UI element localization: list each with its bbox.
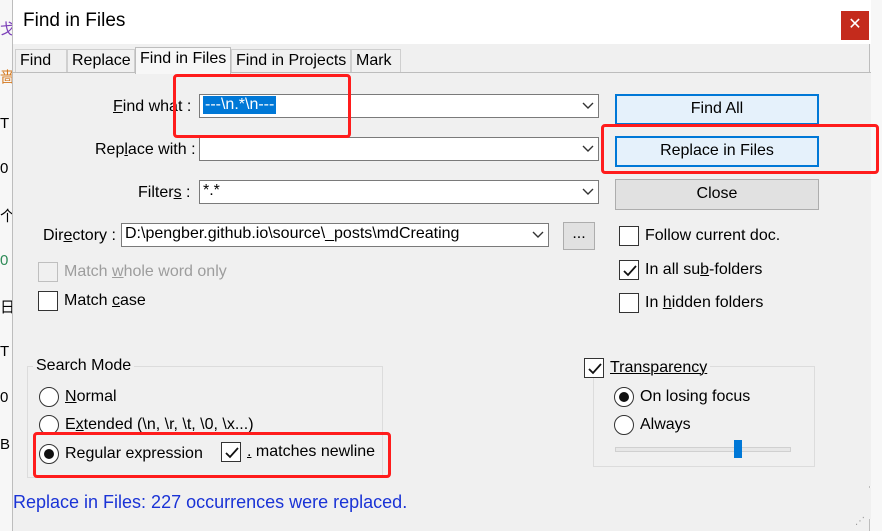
follow-current-doc-checkbox[interactable]: Follow current doc.	[619, 226, 780, 246]
bg-glyph: T	[0, 115, 10, 132]
bg-glyph: 0	[0, 389, 9, 406]
tab-find[interactable]: Find	[15, 49, 67, 73]
highlight-regex-options	[33, 432, 391, 478]
bg-glyph: B	[0, 436, 11, 453]
transparency-label: Transparency	[610, 359, 708, 376]
background-editor-strip: 戈 啬 T 0 个 0 日 T 0 B	[0, 0, 12, 531]
chevron-down-icon[interactable]	[582, 143, 594, 155]
checkbox-box[interactable]	[619, 226, 639, 246]
match-whole-word-label: Match whole word only	[64, 263, 227, 280]
tab-mark[interactable]: Mark	[351, 49, 401, 73]
always-radio[interactable]: Always	[614, 415, 691, 435]
find-in-files-dialog: Find in Files ✕ Find Replace Find in Fil…	[12, 0, 879, 531]
transparency-slider-thumb[interactable]	[734, 440, 743, 458]
directory-combo[interactable]: D:\pengber.github.io\source\_posts\mdCre…	[121, 223, 549, 247]
bg-glyph: 啬	[0, 69, 12, 86]
radio-circle[interactable]	[614, 415, 634, 435]
filters-value[interactable]: *.*	[203, 182, 220, 200]
status-message: Replace in Files: 227 occurrences were r…	[13, 492, 408, 512]
filters-combo[interactable]: *.*	[199, 180, 599, 204]
status-bar: Replace in Files: 227 occurrences were r…	[13, 488, 871, 519]
in-hidden-folders-checkbox[interactable]: In hidden folders	[619, 293, 763, 313]
bg-glyph: 0	[0, 252, 9, 269]
tab-find-in-projects[interactable]: Find in Projects	[231, 49, 351, 73]
close-icon: ✕	[848, 16, 862, 33]
checkbox-box[interactable]	[584, 358, 604, 378]
chevron-down-icon[interactable]	[582, 186, 594, 198]
directory-value[interactable]: D:\pengber.github.io\source\_posts\mdCre…	[125, 225, 459, 243]
tab-replace[interactable]: Replace	[67, 49, 135, 73]
normal-label: Normal	[65, 388, 117, 405]
checkbox-box[interactable]	[619, 293, 639, 313]
checkbox-box[interactable]	[38, 262, 58, 282]
checkmark-icon	[623, 265, 637, 277]
follow-current-doc-label: Follow current doc.	[645, 227, 781, 244]
resize-grip-icon[interactable]: ⋰	[855, 516, 865, 527]
bg-glyph: T	[0, 343, 10, 360]
checkbox-box[interactable]	[38, 291, 58, 311]
in-all-subfolders-label: In all sub-folders	[645, 261, 763, 278]
bg-glyph: 日	[0, 299, 12, 316]
on-losing-focus-radio[interactable]: On losing focus	[614, 387, 750, 407]
title-bar[interactable]: Find in Files ✕	[13, 0, 871, 44]
chevron-down-icon[interactable]	[582, 100, 594, 112]
match-case-label: Match case	[64, 292, 146, 309]
highlight-find-what	[173, 74, 351, 138]
close-button[interactable]: Close	[615, 179, 819, 210]
normal-radio[interactable]: Normal	[39, 387, 117, 407]
search-mode-title: Search Mode	[33, 357, 135, 375]
replace-with-label: Replace with :	[95, 141, 196, 158]
bg-glyph: 0	[0, 160, 9, 177]
chevron-down-icon[interactable]	[532, 229, 544, 241]
directory-label: Directory :	[43, 227, 116, 244]
transparency-checkbox[interactable]: Transparency	[584, 358, 711, 378]
find-all-button[interactable]: Find All	[615, 94, 819, 125]
match-whole-word-checkbox[interactable]: Match whole word only	[38, 262, 227, 282]
tab-find-in-files[interactable]: Find in Files	[135, 47, 231, 74]
window-title: Find in Files	[23, 10, 126, 31]
match-case-checkbox[interactable]: Match case	[38, 291, 146, 311]
in-hidden-folders-label: In hidden folders	[645, 294, 764, 311]
replace-with-combo[interactable]	[199, 137, 599, 161]
bg-glyph: 戈	[0, 21, 12, 38]
bg-glyph: 个	[0, 208, 12, 225]
radio-circle[interactable]	[614, 387, 634, 407]
close-window-button[interactable]: ✕	[841, 11, 869, 40]
highlight-replace-in-files	[601, 124, 879, 174]
in-all-subfolders-checkbox[interactable]: In all sub-folders	[619, 260, 762, 280]
background-editor-right	[870, 0, 882, 531]
radio-circle[interactable]	[39, 387, 59, 407]
on-losing-focus-label: On losing focus	[640, 388, 751, 405]
always-label: Always	[640, 416, 691, 433]
checkmark-icon	[588, 363, 602, 375]
browse-directory-button[interactable]: ...	[563, 222, 595, 250]
filters-label: Filters :	[138, 184, 191, 201]
transparency-slider-track[interactable]	[615, 447, 791, 452]
checkbox-box[interactable]	[619, 260, 639, 280]
